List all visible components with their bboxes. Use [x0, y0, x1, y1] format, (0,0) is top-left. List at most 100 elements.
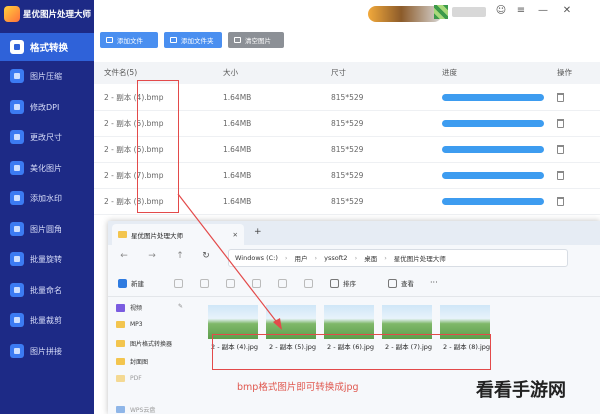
sidebar-item-stitch[interactable]: 图片拼接 [0, 337, 94, 365]
nav-item-videos[interactable]: 视频 [116, 303, 142, 312]
breadcrumb-item[interactable]: yssoft2 [324, 254, 347, 262]
refresh-icon[interactable]: ↻ [200, 251, 212, 261]
nav-item-label: WPS云盘 [130, 407, 156, 414]
progress-bar [442, 146, 544, 153]
sort-icon [330, 278, 339, 288]
address-bar[interactable]: Windows (C:) › 用户 › yssoft2 › 桌面 › 星优图片处理大师 [228, 249, 568, 267]
cut-icon[interactable] [174, 279, 183, 288]
user-account-chip[interactable] [368, 6, 442, 22]
dpi-icon [10, 100, 24, 114]
rotate-icon [10, 252, 24, 266]
file-size: 1.64MB [223, 145, 252, 154]
column-header: 进度 [442, 68, 457, 77]
up-icon[interactable]: ↑ [174, 251, 186, 261]
jpg-highlight-box [212, 334, 491, 370]
cloud-icon [116, 406, 125, 413]
more-options-button[interactable]: ··· [430, 278, 438, 287]
file-dimensions: 815*529 [331, 93, 364, 102]
plus-icon [118, 278, 127, 288]
view-button[interactable]: 查看 [388, 278, 414, 288]
beautify-icon [10, 161, 24, 175]
sidebar-item-label: 修改DPI [30, 102, 60, 112]
delete-icon[interactable] [557, 119, 564, 128]
file-size: 1.64MB [223, 171, 252, 180]
avatar[interactable] [434, 5, 448, 19]
sidebar-item-dpi[interactable]: 修改DPI [0, 93, 94, 121]
feedback-icon[interactable]: ☺ [494, 5, 508, 16]
explorer-tab[interactable]: 星优图片处理大师 ✕ [112, 224, 244, 245]
copy-icon[interactable] [200, 279, 209, 288]
add-folder-icon [170, 37, 177, 43]
new-label: 新建 [131, 280, 144, 288]
view-icon [388, 278, 397, 288]
forward-icon[interactable]: → [146, 251, 158, 261]
menu-icon[interactable]: ≡ [514, 5, 528, 16]
breadcrumb-item[interactable]: 桌面 [364, 253, 377, 263]
delete-icon[interactable] [304, 279, 313, 288]
tab-close-icon[interactable]: ✕ [233, 231, 238, 239]
delete-icon[interactable] [557, 171, 564, 180]
extension-highlight-box [137, 80, 179, 213]
sidebar-item-rename[interactable]: 批量命名 [0, 276, 94, 304]
back-icon[interactable]: ← [118, 251, 130, 261]
sidebar-item-rounded[interactable]: 图片圆角 [0, 215, 94, 243]
breadcrumb-item[interactable]: 星优图片处理大师 [394, 253, 446, 263]
file-dimensions: 815*529 [331, 197, 364, 206]
clear-images-label: 清空图片 [245, 37, 271, 45]
nav-item-mp3[interactable]: MP3 [116, 321, 143, 328]
clear-images-button[interactable]: 清空图片 [228, 32, 284, 48]
nav-item-pdf[interactable]: PDF [116, 375, 142, 382]
paste-icon[interactable] [226, 279, 235, 288]
explorer-address-row: ← → ↑ ↻ Windows (C:) › 用户 › yssoft2 › 桌面 › 星… [108, 245, 600, 271]
nav-item-cover[interactable]: 封面图 [116, 357, 148, 366]
delete-icon[interactable] [557, 197, 564, 206]
add-folder-button[interactable]: 添加文件夹 [164, 32, 222, 48]
nav-item-label: 封面图 [130, 359, 149, 366]
folder-icon [116, 358, 125, 365]
file-dimensions: 815*529 [331, 171, 364, 180]
sidebar-item-format-convert[interactable]: 格式转换 [0, 33, 94, 61]
breadcrumb-item[interactable]: 用户 [295, 253, 308, 263]
sidebar-item-resize[interactable]: 更改尺寸 [0, 123, 94, 151]
rename-icon [10, 283, 24, 297]
add-file-label: 添加文件 [117, 37, 143, 45]
sidebar-item-compress[interactable]: 图片压缩 [0, 62, 94, 90]
close-button[interactable]: ✕ [560, 5, 574, 16]
nav-item-wps-cloud[interactable]: WPS云盘 [116, 405, 155, 414]
chevron-right-icon: › [354, 254, 358, 262]
delete-icon[interactable] [557, 93, 564, 102]
add-file-button[interactable]: 添加文件 [100, 32, 158, 48]
watermark-text: 看看手游网 [476, 380, 566, 401]
explorer-tab-title: 星优图片处理大师 [131, 231, 183, 240]
rename-icon[interactable] [252, 279, 261, 288]
progress-bar [442, 198, 544, 205]
title-bar: ☺ ≡ — ✕ [94, 0, 600, 28]
trash-icon [234, 37, 241, 43]
sidebar-item-beautify[interactable]: 美化图片 [0, 154, 94, 182]
sidebar-item-label: 美化图片 [30, 163, 62, 173]
sidebar-item-label: 批量旋转 [30, 254, 62, 264]
sidebar-item-rotate[interactable]: 批量旋转 [0, 245, 94, 273]
sort-button[interactable]: 排序 [330, 278, 356, 288]
new-tab-button[interactable]: + [254, 227, 262, 237]
delete-icon[interactable] [557, 145, 564, 154]
share-icon[interactable] [278, 279, 287, 288]
sidebar-item-label: 图片压缩 [30, 71, 62, 81]
file-dimensions: 815*529 [331, 145, 364, 154]
new-button[interactable]: 新建 [118, 278, 144, 288]
sidebar-item-label: 更改尺寸 [30, 132, 62, 142]
sidebar-item-watermark[interactable]: 添加水印 [0, 184, 94, 212]
annotation-caption: bmp格式图片即可转换成jpg [237, 382, 359, 393]
nav-item-format-converter[interactable]: 图片格式转换器 [116, 339, 172, 348]
minimize-button[interactable]: — [536, 5, 550, 16]
video-icon [116, 303, 125, 312]
sort-label: 排序 [343, 280, 356, 288]
sidebar-item-crop[interactable]: 批量裁剪 [0, 306, 94, 334]
breadcrumb-item[interactable]: Windows (C:) [235, 254, 278, 262]
column-header: 尺寸 [331, 68, 346, 77]
view-label: 查看 [401, 280, 414, 288]
sidebar-item-label: 图片拼接 [30, 346, 62, 356]
explorer-nav-pane: 视频 MP3 图片格式转换器 封面图 PDF WPS云盘 ✎ [108, 297, 198, 414]
folder-icon [118, 231, 127, 238]
convert-icon [10, 40, 24, 54]
